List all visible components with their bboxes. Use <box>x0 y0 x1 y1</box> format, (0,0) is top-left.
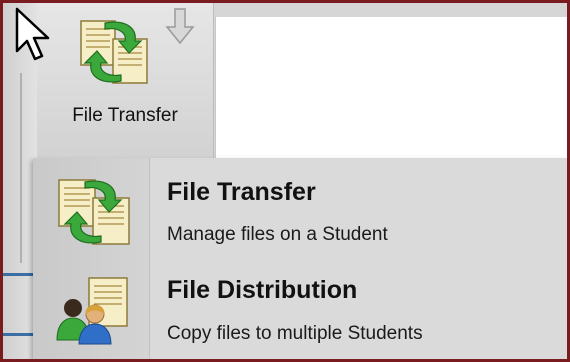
app-window: File Transfer File Transfer Manage files… <box>3 3 567 359</box>
divider <box>3 333 37 336</box>
file-transfer-toolbar-button[interactable]: File Transfer <box>37 3 214 158</box>
menu-item-file-transfer[interactable]: File Transfer Manage files on a Student <box>33 158 567 258</box>
file-distribution-icon <box>56 277 128 345</box>
file-transfer-icon <box>58 179 130 245</box>
dropdown-menu: File Transfer Manage files on a Student … <box>33 158 567 359</box>
mouse-cursor-icon <box>15 7 50 61</box>
down-arrow-icon[interactable] <box>165 7 195 45</box>
divider <box>3 273 37 276</box>
menu-item-description: Manage files on a Student <box>167 224 388 245</box>
content-panel <box>215 17 567 158</box>
menu-item-title: File Transfer <box>167 178 316 206</box>
divider <box>20 73 22 263</box>
menu-item-file-distribution[interactable]: File Distribution Copy files to multiple… <box>33 258 567 358</box>
file-transfer-icon <box>80 20 148 84</box>
file-transfer-toolbar-label: File Transfer <box>72 105 178 126</box>
menu-item-title: File Distribution <box>167 276 358 304</box>
menu-item-description: Copy files to multiple Students <box>167 323 423 344</box>
